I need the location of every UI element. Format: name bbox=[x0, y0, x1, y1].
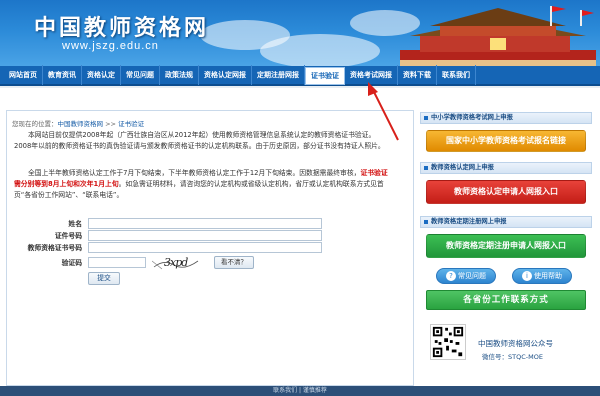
tiananmen-illustration bbox=[400, 6, 596, 66]
registration-section-heading: 教师资格定期注册网上申报 bbox=[420, 216, 592, 228]
nav-item-exam-apply[interactable]: 资格考试网报 bbox=[345, 65, 398, 85]
help-label: 使用帮助 bbox=[534, 272, 562, 280]
nav-item-policy[interactable]: 政策法规 bbox=[160, 65, 199, 85]
name-label: 姓名 bbox=[68, 220, 82, 228]
province-contact-button[interactable]: 各省份工作联系方式 bbox=[426, 290, 586, 310]
breadcrumb-current: 证书验证 bbox=[118, 120, 145, 128]
breadcrumb-separator: >> bbox=[105, 120, 116, 128]
help-button[interactable]: i 使用帮助 bbox=[512, 268, 572, 284]
content-area: 您现在的位置：中国教师资格网 >> 证书验证 本网站目前仅提供2008年起（广西… bbox=[0, 88, 600, 386]
nav-item-certification[interactable]: 资格认定 bbox=[82, 65, 121, 85]
qr-code-icon bbox=[430, 324, 466, 360]
nav-item-contact[interactable]: 联系我们 bbox=[437, 65, 476, 85]
intro-paragraph-2: 全国上半年教师资格认定工作于7月下旬结束，下半年教师资格认定工作于12月下旬结束… bbox=[14, 168, 390, 201]
help-icon: i bbox=[522, 271, 532, 281]
captcha-refresh-button[interactable]: 看不清？ bbox=[214, 256, 254, 269]
exam-registration-button[interactable]: 国家中小学教师资格考试报名链接 bbox=[426, 130, 586, 152]
captcha-label: 验证码 bbox=[61, 259, 82, 267]
nav-item-cert-apply[interactable]: 资格认定网报 bbox=[199, 65, 252, 85]
faq-button[interactable]: ? 常见问题 bbox=[436, 268, 496, 284]
breadcrumb-prefix: 您现在的位置： bbox=[12, 120, 58, 128]
captcha-input[interactable] bbox=[88, 257, 146, 268]
cert-apply-button[interactable]: 教师资格认定申请人网报入口 bbox=[426, 180, 586, 204]
form-row-captcha: 验证码 3xpd 看不清？ bbox=[0, 255, 400, 271]
wechat-id: 微信号：STQC-MOE bbox=[482, 353, 543, 361]
cert-label: 教师资格证书号码 bbox=[27, 244, 82, 252]
form-row-name: 姓名 bbox=[0, 218, 400, 230]
nav-item-home[interactable]: 网站首页 bbox=[4, 65, 43, 85]
nav-item-cert-verify[interactable]: 证书验证 bbox=[305, 66, 345, 85]
nav-item-news[interactable]: 教育资讯 bbox=[43, 65, 82, 85]
question-icon: ? bbox=[446, 271, 456, 281]
submit-button[interactable]: 提交 bbox=[88, 272, 120, 285]
breadcrumb: 您现在的位置：中国教师资格网 >> 证书验证 bbox=[12, 118, 144, 128]
cloud-decoration bbox=[260, 34, 380, 66]
id-number-input[interactable] bbox=[88, 230, 322, 241]
faq-label: 常见问题 bbox=[458, 272, 486, 280]
nav-item-downloads[interactable]: 资料下载 bbox=[398, 65, 437, 85]
site-title: 中国教师资格网 bbox=[34, 15, 210, 41]
main-nav: 网站首页 教育资讯 资格认定 常见问题 政策法规 资格认定网报 定期注册网报 证… bbox=[0, 65, 600, 86]
nav-item-faq[interactable]: 常见问题 bbox=[121, 65, 160, 85]
intro-paragraph-1: 本网站目前仅提供2008年起（广西壮族自治区从2012年起）使用教师资格管理信息… bbox=[14, 131, 385, 150]
registration-apply-button[interactable]: 教师资格定期注册申请人网报入口 bbox=[426, 234, 586, 258]
header-banner: 中国教师资格网 www.jszg.edu.cn bbox=[0, 0, 600, 66]
cert-section-heading: 教师资格认定网上申报 bbox=[420, 162, 592, 174]
form-row-cert: 教师资格证书号码 bbox=[0, 242, 400, 254]
breadcrumb-home-link[interactable]: 中国教师资格网 bbox=[58, 120, 104, 128]
id-label: 证件号码 bbox=[54, 232, 82, 240]
cert-number-input[interactable] bbox=[88, 242, 322, 253]
exam-section-heading: 中小学教师资格考试网上申报 bbox=[420, 112, 592, 124]
wechat-account-title: 中国教师资格网公众号 bbox=[478, 339, 553, 348]
form-row-id: 证件号码 bbox=[0, 230, 400, 242]
captcha-text: 3xpd bbox=[164, 256, 188, 269]
site-url: www.jszg.edu.cn bbox=[62, 40, 159, 52]
footer[interactable]: 联系我们 | 谨慎推荐 bbox=[0, 386, 600, 396]
intro-text-a: 全国上半年教师资格认定工作于7月下旬结束，下半年教师资格认定工作于12月下旬结束… bbox=[28, 169, 361, 177]
name-input[interactable] bbox=[88, 218, 322, 229]
nav-item-registration[interactable]: 定期注册网报 bbox=[252, 65, 305, 85]
captcha-image[interactable]: 3xpd bbox=[152, 255, 202, 271]
